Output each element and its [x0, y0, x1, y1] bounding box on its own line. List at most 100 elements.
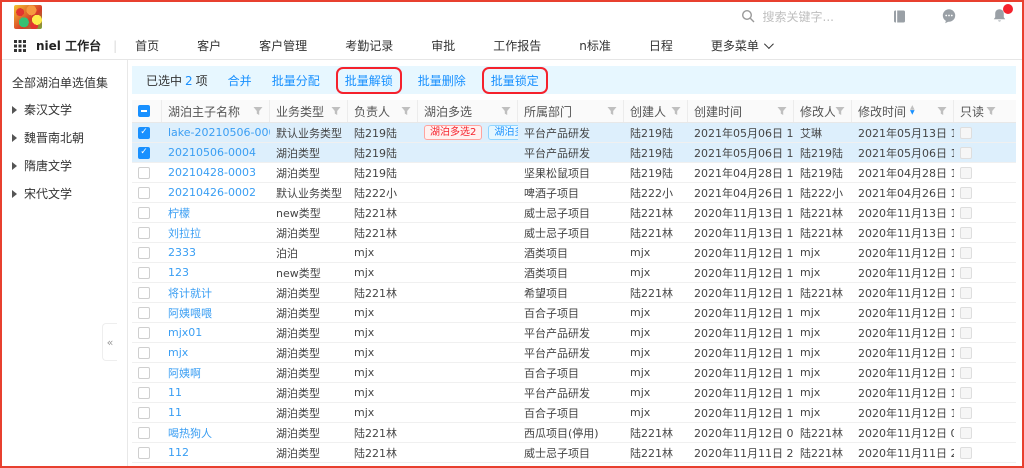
book-icon[interactable]: [890, 7, 908, 25]
tree-expand-icon[interactable]: [12, 190, 17, 198]
tree-expand-icon[interactable]: [12, 162, 17, 170]
table-row[interactable]: 阿姨啊湖泊类型mjx百合子项目mjx2020年11月12日 11:16mjx20…: [132, 363, 1016, 383]
table-row[interactable]: 112湖泊类型陆221林威士忌子项目陆221林2020年11月11日 21:19…: [132, 443, 1016, 463]
sidebar-item-魏晋南北朝[interactable]: 魏晋南北朝: [12, 129, 127, 146]
cell-lake-name[interactable]: lake-20210506-0005: [162, 126, 270, 139]
column-header-创建人: 创建人: [624, 100, 688, 122]
row-checkbox[interactable]: [138, 167, 150, 179]
table-row[interactable]: mjx湖泊类型mjx平台产品研发mjx2020年11月12日 11:44mjx2…: [132, 343, 1016, 363]
cell-lake-name[interactable]: 将计就计: [162, 285, 270, 301]
table-row[interactable]: 阿姨喂喂湖泊类型mjx百合子项目mjx2020年11月12日 14:38mjx2…: [132, 303, 1016, 323]
sort-desc-icon[interactable]: ▼: [910, 111, 915, 116]
cell-lake-name[interactable]: 刘拉拉: [162, 225, 270, 241]
sidebar-collapse-handle[interactable]: «: [102, 323, 117, 361]
filter-icon[interactable]: [986, 106, 996, 116]
table-row[interactable]: 11湖泊类型mjx百合子项目mjx2020年11月12日 11:04mjx202…: [132, 403, 1016, 423]
toolbar-action-合并[interactable]: 合并: [228, 72, 252, 89]
cell-lake-name[interactable]: 2333: [162, 246, 270, 259]
row-checkbox[interactable]: [138, 287, 150, 299]
apps-grid-icon[interactable]: [14, 40, 26, 52]
toolbar-action-批量锁定[interactable]: 批量锁定: [491, 74, 539, 88]
row-checkbox[interactable]: [138, 227, 150, 239]
tree-expand-icon[interactable]: [12, 134, 17, 142]
nav-item-审批[interactable]: 审批: [431, 37, 455, 54]
cell-lake-name[interactable]: 阿姨啊: [162, 365, 270, 381]
cell-lake-name[interactable]: 20210426-0002: [162, 186, 270, 199]
table-row[interactable]: ✓20210506-0004湖泊类型陆219陆平台产品研发陆219陆2021年0…: [132, 143, 1016, 163]
row-checkbox[interactable]: [138, 327, 150, 339]
sidebar-item-宋代文学[interactable]: 宋代文学: [12, 185, 127, 202]
row-checkbox[interactable]: [138, 387, 150, 399]
cell-lake-name[interactable]: mjx01: [162, 326, 270, 339]
filter-icon[interactable]: [777, 106, 787, 116]
row-checkbox[interactable]: ✓: [138, 127, 150, 139]
bell-icon[interactable]: [990, 7, 1008, 25]
cell-lake-name[interactable]: 20210428-0003: [162, 166, 270, 179]
sidebar-item-隋唐文学[interactable]: 隋唐文学: [12, 157, 127, 174]
table-row[interactable]: 20210428-0003湖泊类型陆219陆坚果松鼠项目陆219陆2021年04…: [132, 163, 1016, 183]
filter-icon[interactable]: [937, 106, 947, 116]
tree-expand-icon[interactable]: [12, 106, 17, 114]
row-checkbox[interactable]: [138, 307, 150, 319]
table-row[interactable]: 2333泊泊mjx酒类项目mjx2020年11月12日 15:25mjx2020…: [132, 243, 1016, 263]
row-checkbox[interactable]: [138, 407, 150, 419]
toolbar-action-批量删除[interactable]: 批量删除: [418, 72, 466, 89]
table-row[interactable]: mjx01湖泊类型mjx平台产品研发mjx2020年11月12日 11:46mj…: [132, 323, 1016, 343]
cell-lake-name[interactable]: 阿姨喂喂: [162, 305, 270, 321]
row-checkbox[interactable]: [138, 427, 150, 439]
message-icon[interactable]: [940, 7, 958, 25]
cell-owner: mjx: [348, 306, 418, 319]
cell-lake-name[interactable]: 喝热狗人: [162, 425, 270, 441]
cell-lake-name[interactable]: 112: [162, 446, 270, 459]
bulk-action-toolbar: 已选中2项 合并批量分配批量解锁批量删除批量锁定: [132, 66, 1016, 94]
table-row[interactable]: 喝热狗人湖泊类型陆221林西瓜项目(停用)陆221林2020年11月12日 09…: [132, 423, 1016, 443]
row-checkbox[interactable]: [138, 347, 150, 359]
table-row[interactable]: ✓lake-20210506-0005默认业务类型陆219陆湖泊多选2湖泊多选1…: [132, 123, 1016, 143]
filter-icon[interactable]: [253, 106, 263, 116]
toolbar-action-批量分配[interactable]: 批量分配: [272, 72, 320, 89]
filter-icon[interactable]: [501, 106, 511, 116]
row-checkbox[interactable]: [138, 267, 150, 279]
cell-lake-name[interactable]: 11: [162, 406, 270, 419]
table-row[interactable]: 20210426-0002默认业务类型陆222小啤酒子项目陆222小2021年0…: [132, 183, 1016, 203]
sort-control[interactable]: ▲▼: [910, 106, 915, 116]
cell-lake-name[interactable]: 123: [162, 266, 270, 279]
sidebar-item-秦汉文学[interactable]: 秦汉文学: [12, 101, 127, 118]
cell-lake-name[interactable]: 柠檬: [162, 205, 270, 221]
filter-icon[interactable]: [331, 106, 341, 116]
cell-lake-name[interactable]: mjx: [162, 346, 270, 359]
row-checkbox[interactable]: [138, 447, 150, 459]
table-row[interactable]: 123new类型mjx酒类项目mjx2020年11月12日 15:25mjx20…: [132, 263, 1016, 283]
row-checkbox[interactable]: [138, 187, 150, 199]
cell-created-time: 2020年11月12日 11:04: [688, 405, 794, 421]
filter-icon[interactable]: [835, 106, 845, 116]
cell-lake-name[interactable]: 11: [162, 386, 270, 399]
nav-item-首页[interactable]: 首页: [135, 37, 159, 54]
select-all-checkbox[interactable]: [138, 105, 150, 117]
toolbar-action-批量解锁[interactable]: 批量解锁: [345, 74, 393, 88]
cell-modified-time: 2020年11月12日 11:46: [852, 325, 954, 341]
app-logo[interactable]: [14, 5, 42, 29]
table-row[interactable]: 柠檬new类型陆221林威士忌子项目陆221林2020年11月13日 10:31…: [132, 203, 1016, 223]
cell-lake-name[interactable]: 20210506-0004: [162, 146, 270, 159]
nav-item-客户[interactable]: 客户: [197, 37, 221, 54]
nav-item-客户管理[interactable]: 客户管理: [259, 37, 307, 54]
nav-item-more-menu[interactable]: 更多菜单: [711, 37, 771, 54]
nav-item-n标准[interactable]: n标准: [579, 37, 611, 54]
nav-item-工作报告[interactable]: 工作报告: [493, 37, 541, 54]
filter-icon[interactable]: [401, 106, 411, 116]
filter-icon[interactable]: [607, 106, 617, 116]
workspace-title[interactable]: niel 工作台: [36, 37, 101, 54]
table-row[interactable]: 将计就计湖泊类型陆221林希望项目陆221林2020年11月12日 15:15陆…: [132, 283, 1016, 303]
nav-item-日程[interactable]: 日程: [649, 37, 673, 54]
row-checkbox[interactable]: [138, 367, 150, 379]
global-search[interactable]: 搜索关键字...: [741, 8, 834, 25]
row-checkbox[interactable]: [138, 207, 150, 219]
table-row[interactable]: 刘拉拉湖泊类型陆221林威士忌子项目陆221林2020年11月13日 10:30…: [132, 223, 1016, 243]
row-checkbox[interactable]: ✓: [138, 147, 150, 159]
table-row[interactable]: 11湖泊类型mjx平台产品研发mjx2020年11月12日 11:11mjx20…: [132, 383, 1016, 403]
filter-icon[interactable]: [671, 106, 681, 116]
cell-readonly: [954, 427, 1002, 439]
row-checkbox[interactable]: [138, 247, 150, 259]
nav-item-考勤记录[interactable]: 考勤记录: [345, 37, 393, 54]
